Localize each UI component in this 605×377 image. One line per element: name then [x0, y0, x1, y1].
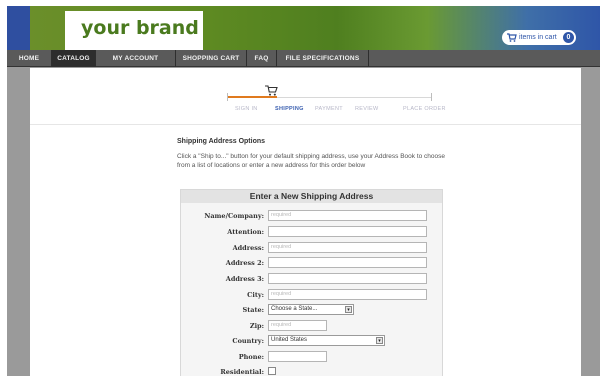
checkout-progress: SIGN IN SHIPPING PAYMENT REVIEW PLACE OR…	[205, 80, 455, 120]
form-title: Enter a New Shipping Address	[181, 190, 442, 203]
browser-viewport: your brand items in cart 0 HOME CATALOG …	[7, 6, 600, 376]
country-label: Country:	[232, 337, 264, 345]
state-select-value: Choose a State...	[271, 306, 318, 312]
step-shipping: SHIPPING	[275, 106, 304, 112]
row-address-2: Address 2:	[181, 257, 442, 271]
row-address-3: Address 3:	[181, 273, 442, 287]
new-shipping-address-form: Enter a New Shipping Address Name/Compan…	[180, 189, 443, 376]
row-country: Country: United States ▾	[181, 335, 442, 349]
step-payment: PAYMENT	[315, 106, 343, 112]
address-label: Address:	[232, 244, 264, 252]
row-address: Address: required	[181, 242, 442, 256]
main-content: SIGN IN SHIPPING PAYMENT REVIEW PLACE OR…	[30, 68, 581, 376]
state-select[interactable]: Choose a State... ▾	[268, 304, 354, 315]
step-review: REVIEW	[355, 106, 379, 112]
row-name-company: Name/Company: required	[181, 210, 442, 224]
row-city: City: required	[181, 289, 442, 303]
name-company-input[interactable]: required	[268, 210, 427, 221]
main-nav: HOME CATALOG MY ACCOUNT SHOPPING CART FA…	[7, 50, 600, 67]
address-input[interactable]: required	[268, 242, 427, 253]
cart-count-badge: 0	[563, 32, 574, 43]
row-attention: Attention:	[181, 226, 442, 240]
row-residential: Residential:	[181, 366, 442, 376]
nav-catalog[interactable]: CATALOG	[52, 50, 96, 67]
cart-icon	[507, 33, 517, 42]
country-select-value: United States	[271, 337, 308, 343]
nav-shopping-cart[interactable]: SHOPPING CART	[176, 50, 247, 67]
attention-input[interactable]	[268, 226, 427, 237]
cart-icon	[265, 85, 278, 96]
address-2-label: Address 2:	[225, 259, 264, 267]
shipping-options-title: Shipping Address Options	[177, 138, 266, 145]
address-2-input[interactable]	[268, 257, 427, 268]
row-state: State: Choose a State... ▾	[181, 304, 442, 318]
name-company-label: Name/Company:	[204, 212, 264, 220]
residential-checkbox[interactable]	[268, 367, 276, 375]
residential-label: Residential:	[220, 368, 264, 376]
attention-label: Attention:	[227, 228, 264, 236]
shipping-options-help: Click a "Ship to..." button for your def…	[177, 153, 446, 169]
nav-faq[interactable]: FAQ	[247, 50, 277, 67]
zip-label: Zip:	[249, 322, 264, 330]
state-label: State:	[242, 306, 264, 314]
step-sign-in: SIGN IN	[235, 106, 258, 112]
brand-logo[interactable]: your brand	[65, 11, 203, 50]
nav-my-account[interactable]: MY ACCOUNT	[96, 50, 176, 67]
country-select[interactable]: United States ▾	[268, 335, 385, 346]
phone-label: Phone:	[238, 353, 264, 361]
cart-label: items in cart	[519, 34, 557, 41]
progress-tick	[431, 93, 432, 101]
city-label: City:	[247, 291, 264, 299]
progress-tick	[227, 93, 228, 101]
address-3-label: Address 3:	[225, 275, 264, 283]
address-3-input[interactable]	[268, 273, 427, 284]
site-header: your brand items in cart 0	[7, 6, 600, 50]
chevron-down-icon: ▾	[376, 337, 383, 344]
nav-home[interactable]: HOME	[7, 50, 52, 67]
city-input[interactable]: required	[268, 289, 427, 300]
progress-fill	[227, 96, 277, 98]
cart-button[interactable]: items in cart 0	[502, 30, 576, 45]
nav-file-specifications[interactable]: FILE SPECIFICATIONS	[277, 50, 369, 67]
row-phone: Phone:	[181, 351, 442, 365]
row-zip: Zip: required	[181, 320, 442, 334]
step-place-order: PLACE ORDER	[403, 106, 446, 112]
divider	[30, 124, 581, 125]
chevron-down-icon: ▾	[345, 306, 352, 313]
zip-input[interactable]: required	[268, 320, 327, 331]
phone-input[interactable]	[268, 351, 327, 362]
